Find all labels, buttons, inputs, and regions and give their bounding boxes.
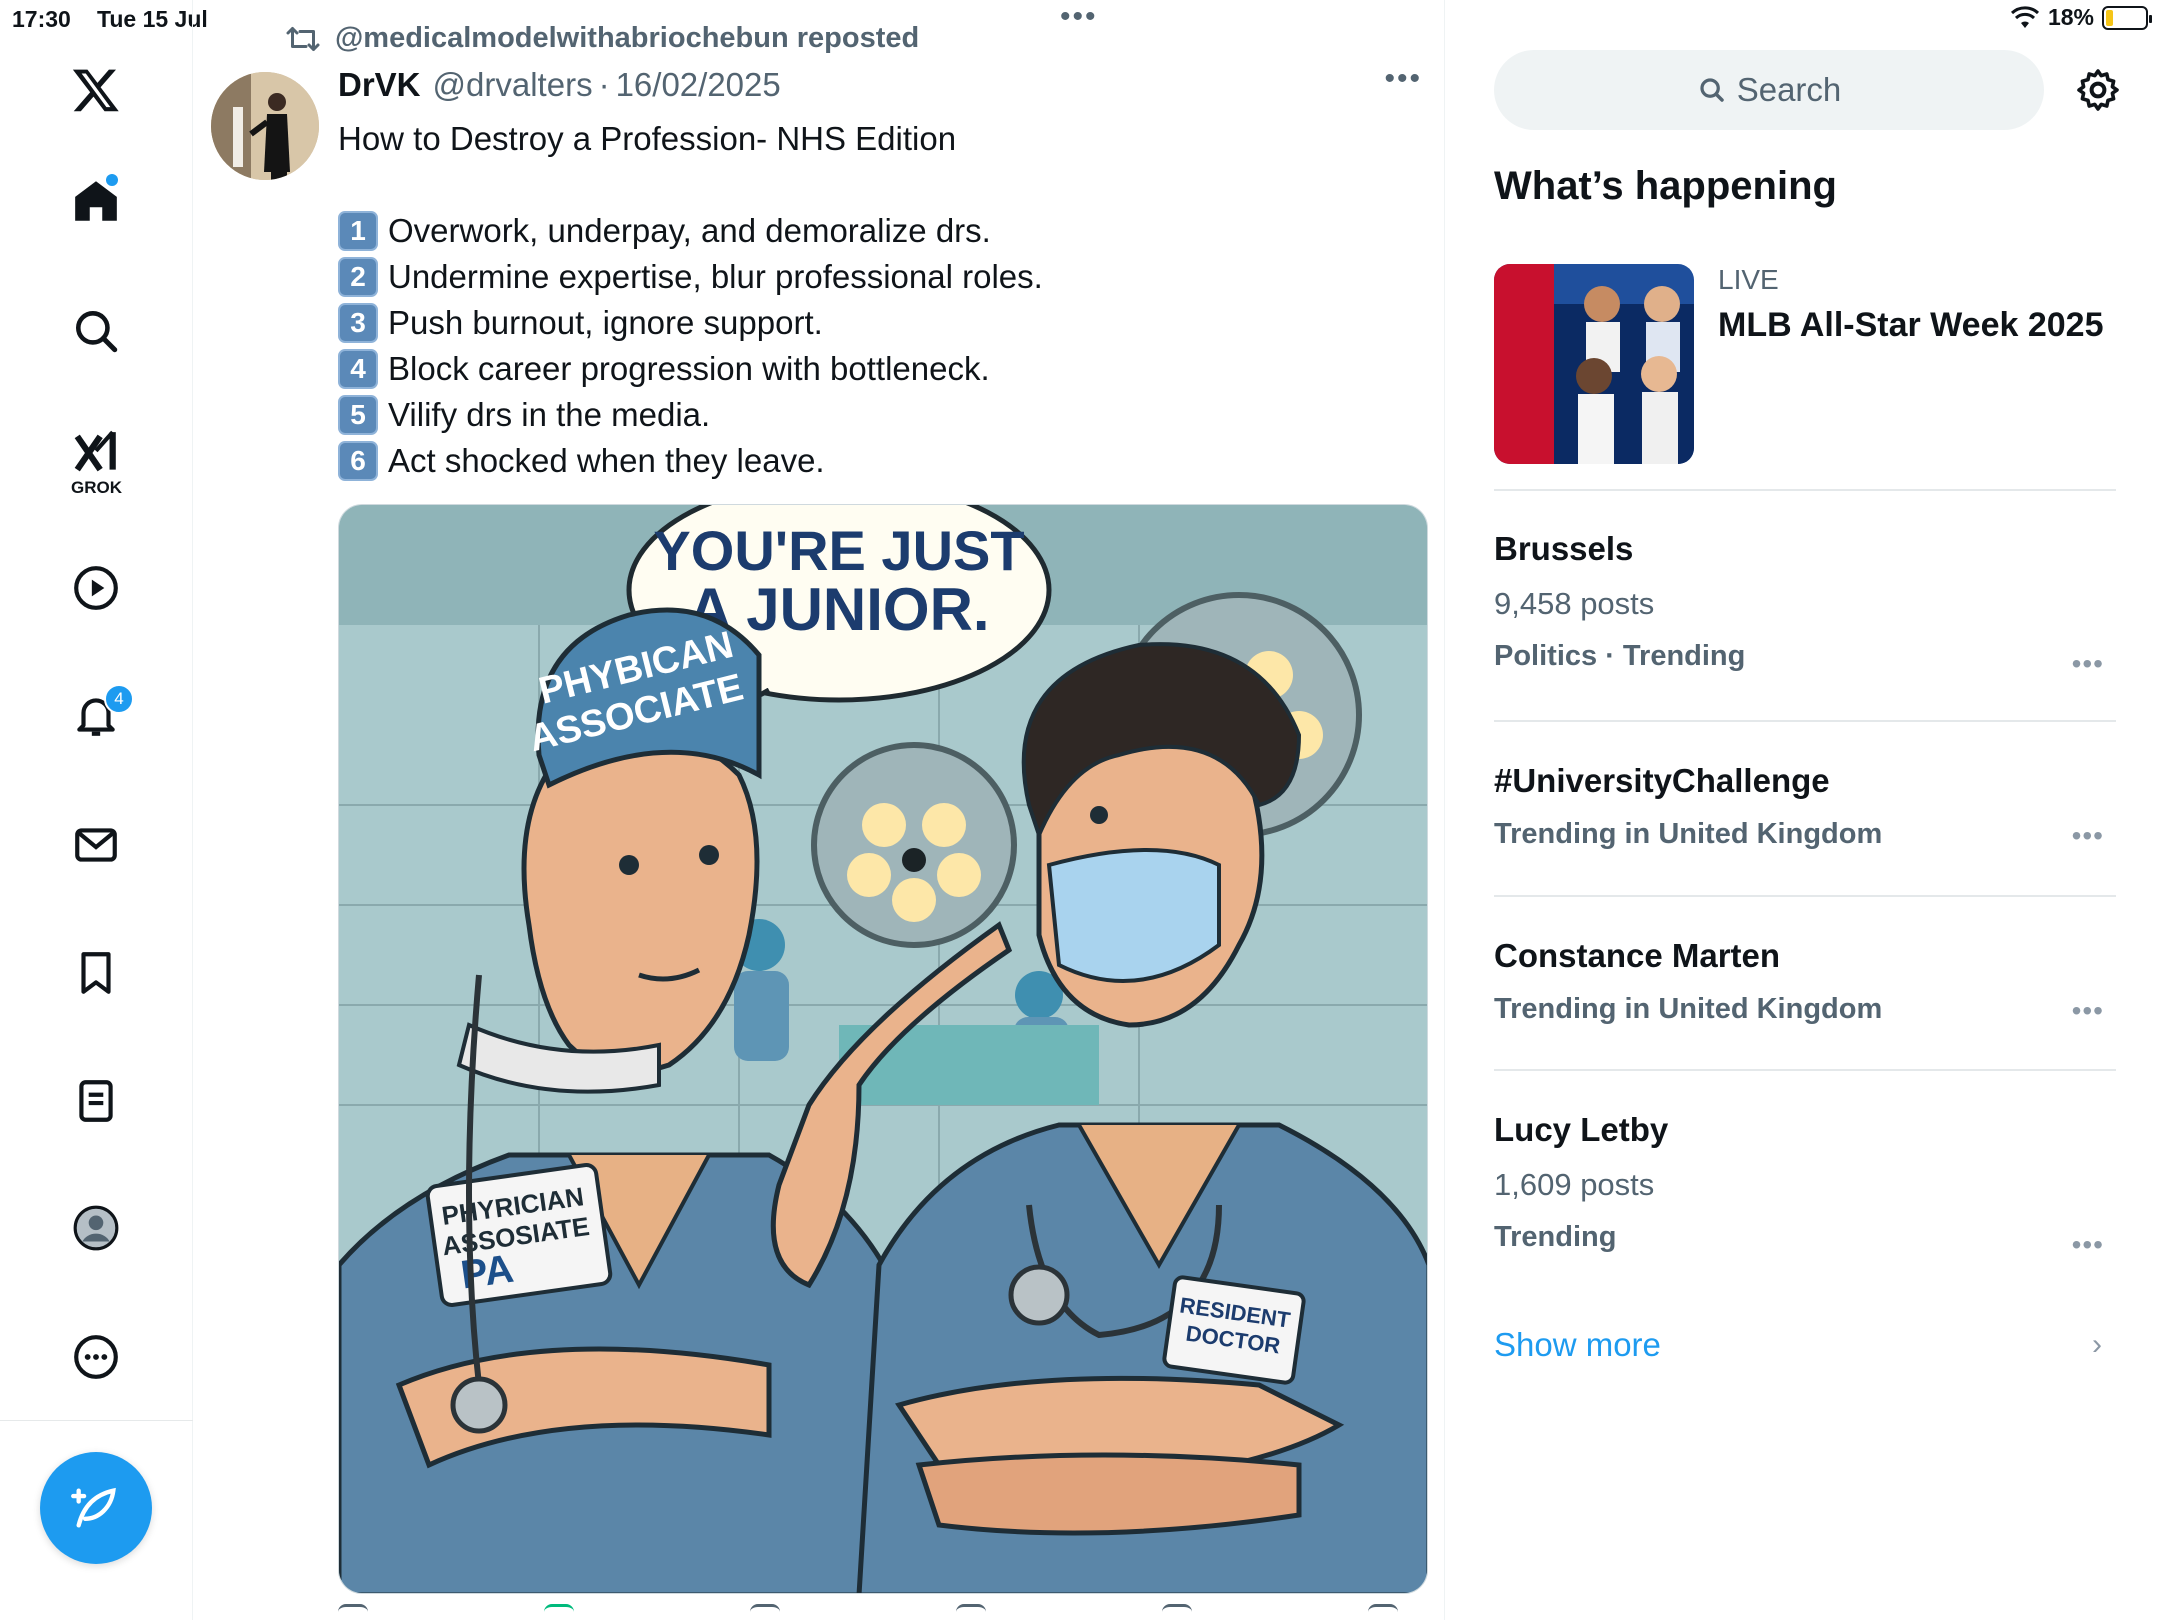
post-image[interactable]: YOU'RE JUST A JUNIOR. PHYBICAN ASSOCIATE… — [338, 504, 1428, 1594]
post-list-item: 1 Overwork, underpay, and demoralize drs. — [338, 208, 1408, 254]
share-button[interactable] — [1368, 1604, 1398, 1620]
divider — [1494, 720, 2116, 722]
timeline: @medicalmodelwithabriochebun reposted Dr… — [193, 0, 1445, 1620]
nav-bookmarks[interactable] — [61, 938, 131, 1008]
author-name[interactable]: DrVK — [338, 66, 421, 104]
trend-more-icon[interactable]: ••• — [2072, 995, 2104, 1027]
reply-button[interactable] — [338, 1604, 368, 1620]
mail-icon — [75, 828, 117, 862]
keycap-number: 2 — [338, 257, 378, 297]
divider — [1494, 489, 2116, 491]
post-actions — [338, 1604, 1398, 1620]
play-icon — [74, 566, 118, 610]
gear-icon[interactable] — [2074, 66, 2122, 114]
right-sidebar: Search What’s happening LIVE MLB All-Sta… — [1446, 0, 2160, 1620]
trend-more-icon[interactable]: ••• — [2072, 648, 2104, 680]
search-placeholder: Search — [1736, 71, 1842, 108]
chevron-right-icon[interactable]: › — [2092, 1328, 2102, 1362]
trend-title: Brussels — [1494, 530, 1634, 567]
section-title: What’s happening — [1494, 164, 1837, 208]
nav-messages[interactable] — [61, 810, 131, 880]
trend-item[interactable]: Brussels 9,458 posts Politics · Trending… — [1494, 530, 2116, 679]
like-button[interactable] — [750, 1604, 780, 1620]
badge-left-line: PA — [458, 1247, 516, 1298]
left-navigation: GROK 4 — [0, 0, 193, 1620]
grok-label: GROK — [71, 478, 122, 497]
list-icon — [79, 1080, 113, 1122]
keycap-number: 5 — [338, 395, 378, 435]
list-item-text: Push burnout, ignore support. — [388, 304, 823, 341]
post-header: DrVK @drvalters · 16/02/2025 — [338, 66, 781, 104]
grok-icon — [74, 430, 116, 472]
nav-videos[interactable] — [61, 553, 131, 623]
bookmark-icon — [81, 952, 111, 994]
post-list-item: 5 Vilify drs in the media. — [338, 392, 1408, 438]
list-item-text: Vilify drs in the media. — [388, 396, 711, 433]
nav-profile[interactable] — [61, 1193, 131, 1263]
compose-button[interactable] — [40, 1452, 152, 1564]
nav-explore[interactable] — [61, 296, 131, 366]
live-label: LIVE — [1718, 264, 1779, 295]
trend-title: Constance Marten — [1494, 937, 1781, 974]
trend-post-count: 1,609 posts — [1494, 1167, 1655, 1202]
keycap-number: 3 — [338, 303, 378, 343]
nav-home[interactable] — [61, 166, 131, 236]
trend-more-icon[interactable]: ••• — [2072, 820, 2104, 852]
x-logo-icon[interactable] — [61, 55, 131, 125]
trend-title: #UniversityChallenge — [1494, 762, 1830, 799]
list-item-text: Block career progression with bottleneck… — [388, 350, 990, 387]
keycap-number: 4 — [338, 349, 378, 389]
post-list-item: 2 Undermine expertise, blur professional … — [338, 254, 1408, 300]
trend-item[interactable]: #UniversityChallenge Trending in United … — [1494, 762, 2116, 851]
repost-icon — [286, 26, 320, 51]
trend-item[interactable]: Constance Marten Trending in United King… — [1494, 937, 2116, 1026]
bookmark-button[interactable] — [1162, 1604, 1192, 1620]
trend-category: Trending in United Kingdom — [1494, 818, 1883, 850]
repost-context[interactable]: @medicalmodelwithabriochebun reposted — [285, 22, 919, 55]
post-date[interactable]: 16/02/2025 — [616, 66, 781, 104]
post-title: How to Destroy a Profession- NHS Edition — [338, 120, 957, 157]
author-handle[interactable]: @drvalters — [433, 66, 593, 104]
trend-post-count: 9,458 posts — [1494, 586, 1655, 621]
keycap-number: 1 — [338, 211, 378, 251]
nav-more[interactable] — [61, 1322, 131, 1392]
speech-bubble-line: YOU'RE JUST — [653, 519, 1024, 582]
nav-lists[interactable] — [61, 1066, 131, 1136]
post-text: How to Destroy a Profession- NHS Edition… — [338, 116, 1408, 484]
trend-category: Trending — [1494, 1221, 1617, 1253]
search-input[interactable]: Search — [1494, 50, 2044, 130]
repost-button[interactable] — [544, 1604, 574, 1620]
compose-icon — [71, 1487, 116, 1528]
post-list-item: 4 Block career progression with bottlenec… — [338, 346, 1408, 392]
avatar-icon — [73, 1205, 119, 1251]
trend-category: Politics · Trending — [1494, 640, 1746, 672]
trend-category: Trending in United Kingdom — [1494, 993, 1883, 1025]
more-icon — [74, 1335, 118, 1379]
post-list-item: 6 Act shocked when they leave. — [338, 438, 1408, 484]
divider — [1494, 1069, 2116, 1071]
trend-title: Lucy Letby — [1494, 1111, 1669, 1148]
notifications-badge: 4 — [104, 684, 134, 714]
live-event-thumbnail[interactable] — [1494, 264, 1694, 464]
divider — [1494, 895, 2116, 897]
views-button[interactable] — [956, 1604, 986, 1620]
post-more-icon[interactable]: ••• — [1384, 62, 1422, 96]
live-event-title[interactable]: MLB All-Star Week 2025 — [1718, 306, 2103, 345]
list-item-text: Undermine expertise, blur professional r… — [388, 258, 1043, 295]
list-item-text: Overwork, underpay, and demoralize drs. — [388, 212, 991, 249]
author-avatar[interactable] — [211, 72, 319, 180]
repost-label: @medicalmodelwithabriochebun reposted — [335, 22, 920, 54]
search-icon — [1700, 78, 1724, 102]
search-icon — [76, 311, 118, 353]
show-more-link[interactable]: Show more — [1494, 1326, 1661, 1364]
trend-item[interactable]: Lucy Letby 1,609 posts Trending ••• — [1494, 1111, 2116, 1260]
list-item-text: Act shocked when they leave. — [388, 442, 825, 479]
trend-more-icon[interactable]: ••• — [2072, 1229, 2104, 1261]
header-separator: · — [598, 66, 610, 103]
keycap-number: 6 — [338, 441, 378, 481]
nav-divider — [0, 1420, 193, 1421]
post-list-item: 3 Push burnout, ignore support. — [338, 300, 1408, 346]
home-unread-dot — [106, 174, 118, 186]
